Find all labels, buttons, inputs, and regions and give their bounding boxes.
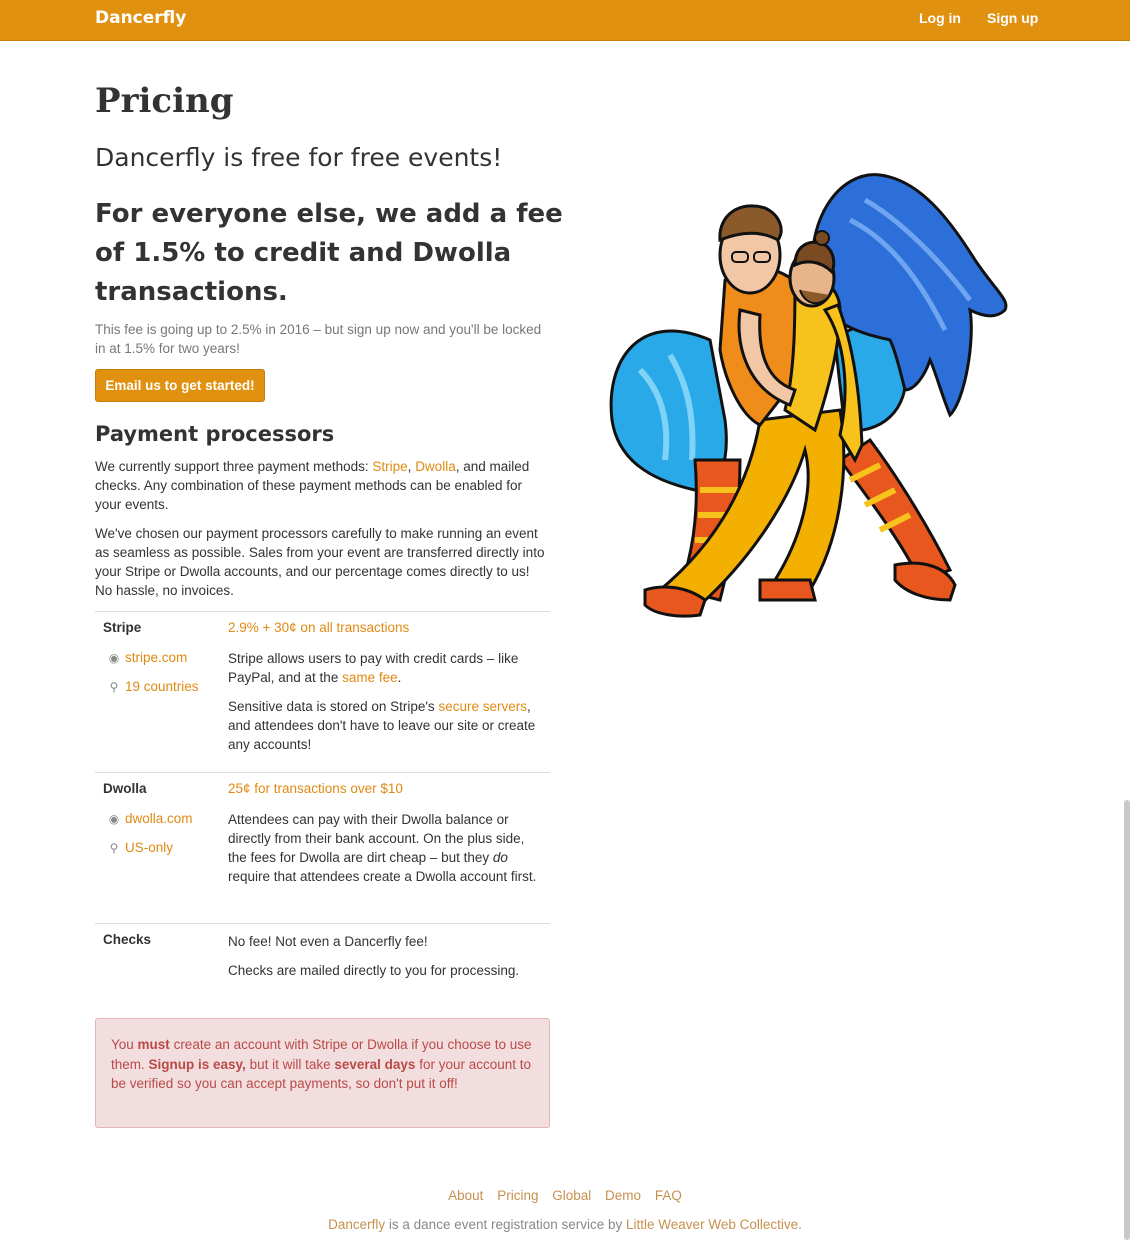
fee-heading: For everyone else, we add a fee of 1.5% … <box>95 199 563 307</box>
processor-coverage-link[interactable]: ⚲ 19 countries <box>107 679 199 694</box>
processor-description: No fee! Not even a Dancerfly fee! <box>228 934 428 949</box>
processor-description: Sensitive data is stored on Stripe's sec… <box>228 699 536 752</box>
processor-row-dwolla: Dwolla 25¢ for transactions over $10 ◉ dw… <box>95 772 550 923</box>
map-marker-icon: ⚲ <box>109 841 119 855</box>
footer-link-about[interactable]: About <box>448 1188 483 1203</box>
processor-name: Dwolla <box>103 781 147 796</box>
stripe-link[interactable]: Stripe <box>372 459 407 474</box>
processor-site-link[interactable]: ◉ stripe.com <box>107 650 188 665</box>
payment-processors-heading: Payment processors <box>95 422 335 446</box>
globe-icon: ◉ <box>108 812 120 826</box>
page-scrollbar[interactable] <box>1124 800 1130 1240</box>
same-fee-link[interactable]: same fee <box>342 670 398 685</box>
fee-increase-note: This fee is going up to 2.5% in 2016 – b… <box>95 322 542 356</box>
processor-row-checks: Checks No fee! Not even a Dancerfly fee!… <box>95 923 550 1003</box>
login-link[interactable]: Log in <box>919 10 961 26</box>
processor-site-link[interactable]: ◉ dwolla.com <box>107 811 193 826</box>
footer-link-pricing[interactable]: Pricing <box>497 1188 538 1203</box>
free-events-heading: Dancerfly is free for free events! <box>95 143 503 172</box>
collective-link[interactable]: Little Weaver Web Collective <box>626 1217 798 1232</box>
secure-servers-link[interactable]: secure servers <box>438 699 527 714</box>
dwolla-link[interactable]: Dwolla <box>415 459 456 474</box>
globe-icon: ◉ <box>108 651 120 665</box>
processor-description: Stripe allows users to pay with credit c… <box>228 651 519 685</box>
page-title: Pricing <box>95 81 234 121</box>
processor-description: Checks are mailed directly to you for pr… <box>228 963 520 978</box>
footer-nav: About Pricing Global Demo FAQ <box>0 1188 1130 1203</box>
footer-link-global[interactable]: Global <box>552 1188 591 1203</box>
processor-name: Checks <box>103 932 152 947</box>
brand-logo-link[interactable]: Dancerfly <box>95 8 186 28</box>
processor-name: Stripe <box>103 620 142 635</box>
processor-fee-link[interactable]: 25¢ for transactions over $10 <box>228 781 403 796</box>
navbar: Dancerfly Log in Sign up <box>0 0 1130 41</box>
footer-link-faq[interactable]: FAQ <box>655 1188 682 1203</box>
payment-methods-paragraph: We currently support three payment metho… <box>95 459 530 512</box>
footer-link-demo[interactable]: Demo <box>605 1188 641 1203</box>
footer-credit: Dancerfly is a dance event registration … <box>328 1217 802 1232</box>
footer-brand-link[interactable]: Dancerfly <box>328 1217 385 1232</box>
processor-coverage-link[interactable]: ⚲ US-only <box>107 840 173 855</box>
map-marker-icon: ⚲ <box>109 680 119 694</box>
dancers-illustration <box>609 173 1008 618</box>
signup-link[interactable]: Sign up <box>987 10 1038 26</box>
processor-fee-link[interactable]: 2.9% + 30¢ on all transactions <box>228 620 409 635</box>
processor-row-stripe: Stripe 2.9% + 30¢ on all transactions ◉ s… <box>95 611 550 772</box>
fee-rate: 1.5% <box>133 238 206 268</box>
processors-explanation-paragraph: We've chosen our payment processors care… <box>95 526 545 598</box>
processor-description: Attendees can pay with their Dwolla bala… <box>228 812 537 884</box>
account-warning-alert: You must create an account with Stripe o… <box>95 1018 550 1128</box>
email-cta-button[interactable]: Email us to get started! <box>95 369 265 402</box>
